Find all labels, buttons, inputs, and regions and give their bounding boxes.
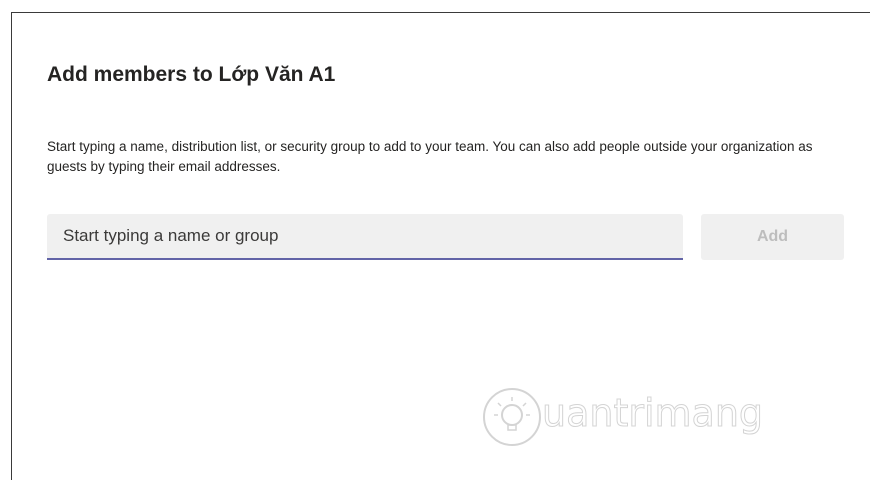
add-button[interactable]: Add (701, 214, 844, 260)
add-members-dialog: Add members to Lớp Văn A1 Start typing a… (11, 12, 870, 480)
dialog-description: Start typing a name, distribution list, … (47, 139, 813, 174)
member-search-input[interactable] (47, 214, 683, 260)
watermark-logo: uantrimang (480, 383, 820, 453)
dialog-title: Add members to Lớp Văn A1 (47, 63, 336, 86)
lightbulb-icon (483, 388, 541, 446)
watermark-text: uantrimang (541, 391, 764, 436)
